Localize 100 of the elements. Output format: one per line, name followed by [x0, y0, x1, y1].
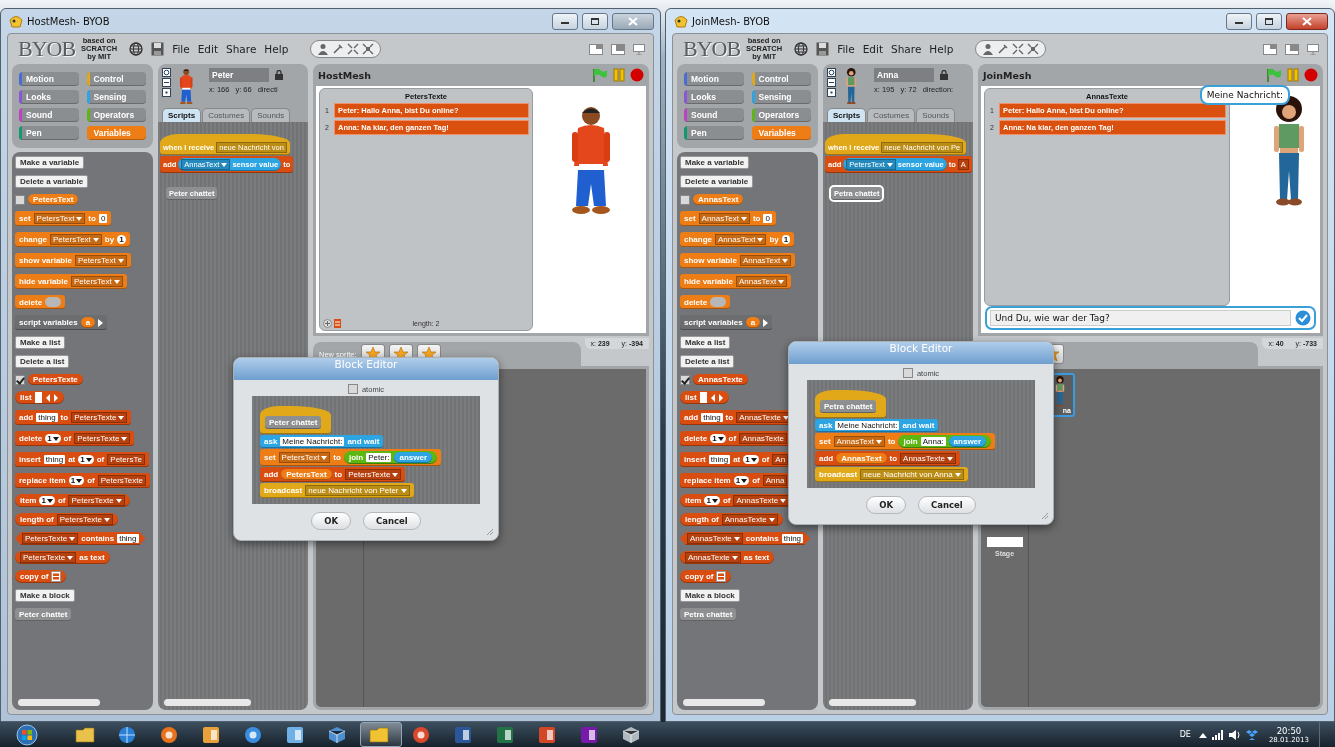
watcher-checkbox[interactable]	[15, 374, 25, 385]
taskbar-button[interactable]	[360, 722, 402, 747]
lock-icon[interactable]	[940, 70, 948, 80]
sync-icon[interactable]	[1245, 729, 1258, 740]
no-rotate-icon[interactable]	[162, 88, 171, 97]
tab[interactable]: Sounds	[916, 108, 956, 122]
command-block[interactable]: set PetersText to join Peter: answer	[260, 449, 442, 466]
flip-icon[interactable]	[162, 78, 171, 87]
volume-icon[interactable]	[1228, 729, 1241, 740]
dropdown-slot[interactable]: AnnasTexte	[739, 433, 787, 444]
person-icon[interactable]	[982, 43, 995, 55]
shrink-icon[interactable]	[1027, 43, 1040, 55]
save-icon[interactable]	[151, 42, 165, 56]
globe-icon[interactable]	[129, 42, 144, 56]
resize-grip-icon[interactable]	[1041, 512, 1049, 520]
category-button[interactable]: Control	[86, 72, 146, 86]
reporter-block[interactable]: length of PetersTexte	[15, 513, 119, 526]
reporter-block[interactable]: PetersTexte as text	[15, 551, 110, 564]
tab[interactable]: Costumes	[867, 108, 916, 122]
globe-icon[interactable]	[794, 42, 809, 56]
command-block[interactable]: show variable PetersText	[15, 253, 131, 268]
input-slot[interactable]	[34, 392, 42, 403]
input-slot[interactable]: Anna:	[920, 437, 946, 446]
dropdown-slot[interactable]: AnnasText	[698, 213, 750, 224]
category-button[interactable]: Sensing	[751, 90, 811, 104]
input-slot[interactable]: Peter:	[366, 453, 392, 462]
dropdown-slot[interactable]: PetersText	[70, 276, 123, 287]
save-icon[interactable]	[816, 42, 830, 56]
dropdown-slot[interactable]: PetersTexte	[68, 495, 125, 506]
command-block[interactable]: hide variable AnnasText	[680, 274, 792, 289]
show-hidden-icons-icon[interactable]	[1198, 731, 1207, 738]
watcher-checkbox[interactable]	[680, 194, 690, 205]
command-block[interactable]: add thing to PetersTexte	[15, 410, 132, 425]
input-slot[interactable]: 1	[781, 235, 791, 244]
maximize-button[interactable]	[1256, 12, 1282, 30]
palette-button[interactable]: Make a list	[15, 336, 66, 349]
command-block[interactable]: set AnnasText to 0	[680, 211, 776, 226]
tab[interactable]: Scripts	[162, 108, 202, 122]
dropdown-slot[interactable]: PetersTexte	[22, 533, 79, 544]
command-block[interactable]: change AnnasText by 1	[680, 232, 795, 247]
input-slot[interactable]: thing	[781, 534, 804, 543]
dialog-button[interactable]: OK	[866, 496, 907, 514]
command-block[interactable]: change PetersText by 1	[15, 232, 130, 247]
dropdown-slot[interactable]: PetersTexte	[345, 469, 402, 480]
rotate-icon[interactable]	[162, 68, 171, 77]
sprite-name-field[interactable]: Peter	[209, 68, 269, 82]
list-icon[interactable]	[716, 571, 727, 582]
dropdown-slot[interactable]: AnnasTexte	[900, 453, 956, 464]
command-block[interactable]: ask Meine Nachricht: and wait	[815, 419, 939, 432]
menu-item[interactable]: File	[837, 43, 855, 55]
list-icon[interactable]	[51, 571, 62, 582]
input-slot[interactable]: Meine Nachricht:	[835, 421, 900, 430]
input-slot[interactable]: 1	[704, 496, 720, 505]
arrows-icon[interactable]	[709, 393, 724, 402]
dropdown-slot[interactable]: PetersTexte	[97, 475, 146, 486]
normal-stage-icon[interactable]	[1285, 43, 1299, 55]
custom-block[interactable]: Peter chattet	[15, 608, 72, 621]
menu-item[interactable]: Share	[226, 43, 257, 55]
scrollbar-thumb[interactable]	[18, 699, 100, 706]
input-slot[interactable]: thing	[43, 455, 66, 464]
signal-icon[interactable]	[1211, 729, 1224, 740]
menu-item[interactable]: Share	[891, 43, 922, 55]
command-block[interactable]: add AnnasText to AnnasTexte	[815, 451, 960, 466]
input-slot[interactable]: 1	[117, 235, 126, 244]
dropdown-slot[interactable]: PetersTexte	[74, 433, 131, 444]
reporter-block[interactable]: copy of	[15, 570, 67, 583]
input-slot[interactable]: 1	[39, 496, 55, 505]
dropdown-slot[interactable]: PetersText	[278, 452, 331, 463]
minimize-button[interactable]	[552, 12, 578, 30]
person-icon[interactable]	[317, 43, 330, 55]
reporter-block[interactable]: item 1 of PetersTexte	[15, 494, 130, 507]
no-rotate-icon[interactable]	[827, 88, 836, 97]
category-button[interactable]: Looks	[19, 90, 79, 104]
input-slot[interactable]: 1	[78, 455, 94, 464]
dropdown-slot[interactable]: PetersText	[33, 213, 86, 224]
dialog-button[interactable]: Cancel	[363, 512, 421, 530]
grow-icon[interactable]	[347, 43, 360, 55]
arrow-right-icon[interactable]	[763, 318, 769, 327]
reporter-block[interactable]: list	[680, 391, 729, 404]
lock-icon[interactable]	[275, 70, 283, 80]
input-slot[interactable]: 1	[710, 434, 726, 443]
hat-block[interactable]: Peter chattet	[260, 406, 332, 434]
minimize-button[interactable]	[1226, 12, 1252, 30]
resize-grip-icon[interactable]	[486, 528, 494, 536]
dropdown-slot[interactable]: PetersTexte	[20, 552, 77, 563]
scrollbar-thumb[interactable]	[829, 699, 916, 706]
palette-button[interactable]: Delete a variable	[680, 175, 754, 188]
reporter-block[interactable]: list	[15, 391, 64, 404]
watcher-checkbox[interactable]	[15, 194, 25, 205]
command-block[interactable]: set PetersText to 0	[15, 211, 112, 226]
category-button[interactable]: Pen	[19, 126, 79, 140]
small-stage-icon[interactable]	[1263, 43, 1277, 55]
input-slot[interactable]: 1	[45, 434, 61, 443]
input-slot[interactable]: 1	[743, 455, 759, 464]
dropdown-slot[interactable]: neue Nachricht von Anna	[860, 469, 964, 480]
reporter-block[interactable]: AnnasTexte as text	[680, 551, 775, 564]
menu-item[interactable]: Edit	[197, 43, 219, 55]
menu-item[interactable]: File	[172, 43, 190, 55]
dropdown-slot[interactable]: An	[772, 454, 789, 465]
command-block[interactable]: show variable AnnasText	[680, 253, 796, 268]
